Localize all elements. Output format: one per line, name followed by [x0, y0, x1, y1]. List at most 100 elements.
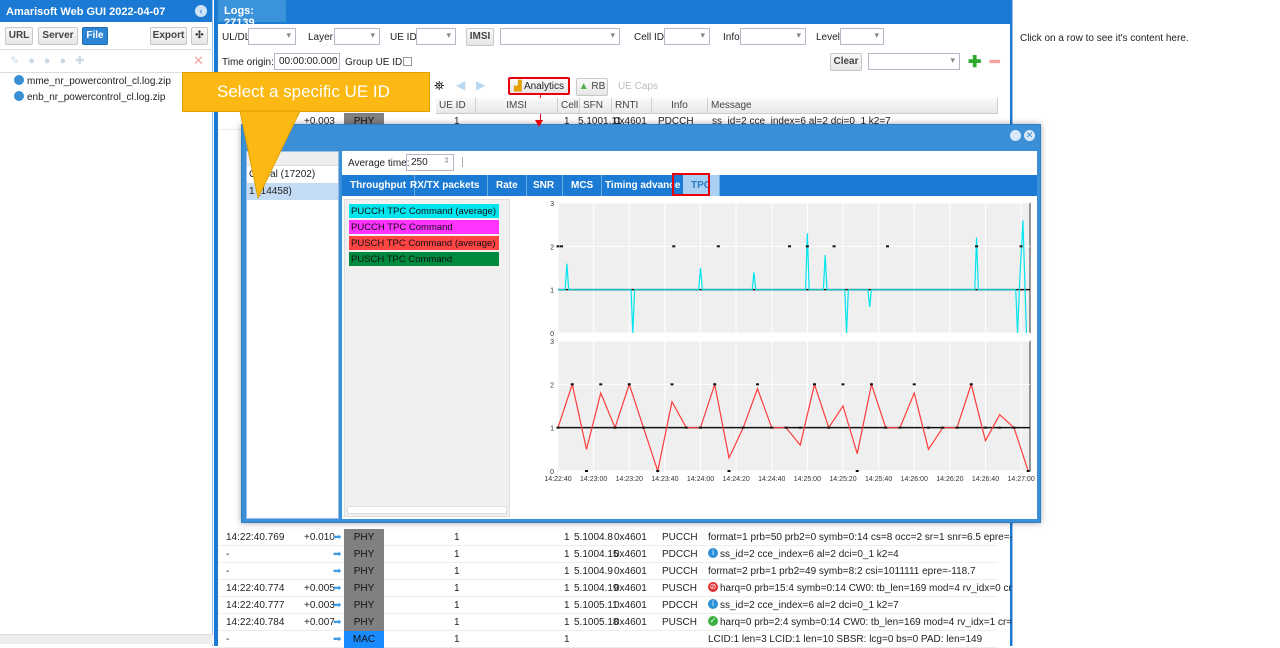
tab-snr[interactable]: SNR — [525, 175, 564, 196]
tab-logs[interactable]: Logs: 27139 — [218, 0, 286, 29]
data-point — [670, 383, 674, 386]
data-point — [556, 245, 560, 248]
column-info[interactable]: Info — [652, 98, 708, 114]
collapse-icon[interactable]: ‹ — [195, 5, 207, 17]
message: harq=0 prb=15:4 symb=0:14 CW0: tb_len=16… — [720, 583, 1044, 594]
y-tick-label: 1 — [550, 288, 554, 295]
file-item[interactable]: enb_nr_powercontrol_cl.log.zip — [14, 91, 165, 103]
file-button[interactable]: File — [82, 27, 108, 45]
legend-item[interactable]: PUSCH TPC Command — [349, 252, 499, 266]
time-origin-input[interactable]: 00:00:00.000 — [274, 53, 340, 70]
x-tick-label: 14:23:20 — [616, 476, 643, 483]
close-icon[interactable]: ✕ — [1024, 130, 1035, 141]
server-icon — [14, 75, 24, 85]
info-select[interactable] — [740, 28, 806, 45]
tpc-tab-highlight — [672, 173, 710, 196]
uldl-select[interactable] — [248, 28, 296, 45]
layer-badge: PHY — [344, 614, 384, 631]
average-time-value: 250 — [411, 157, 428, 168]
x-tick-label: 14:24:00 — [687, 476, 714, 483]
ue-list: Global (17202) 1 (14458) — [246, 151, 339, 519]
prev-icon[interactable]: ◀ — [456, 78, 465, 92]
legend-item[interactable]: PUCCH TPC Command — [349, 220, 499, 234]
url-button[interactable]: URL — [5, 27, 33, 45]
layer-badge: PHY — [344, 580, 384, 597]
data-point — [613, 426, 617, 429]
data-point — [983, 426, 987, 429]
table-row[interactable]: 14:22:40.784 +0.007 ➡ PHY 1 1 5.1005.18 … — [218, 614, 1043, 631]
data-point — [599, 383, 603, 386]
message: LCID:1 len=3 LCID:1 len=10 SBSR: lcg=0 b… — [708, 634, 983, 645]
imsi-button[interactable]: IMSI — [466, 28, 494, 46]
delta: +0.005 — [304, 583, 335, 594]
data-point — [898, 426, 902, 429]
legend-item[interactable]: PUSCH TPC Command (average) — [349, 236, 499, 250]
layer-select[interactable] — [334, 28, 380, 45]
cellid-select[interactable] — [664, 28, 710, 45]
preset-select[interactable] — [868, 53, 960, 70]
clear-button[interactable]: Clear — [830, 53, 862, 71]
horizontal-scrollbar[interactable] — [0, 634, 213, 644]
legend-scrollbar[interactable] — [347, 506, 507, 514]
group-ue-checkbox[interactable] — [403, 57, 412, 66]
rb-label: RB — [591, 81, 606, 92]
average-time-stepper[interactable]: 250 ⇕ — [406, 154, 454, 171]
table-row[interactable]: 14:22:40.777 +0.003 ➡ PHY 1 1 5.1005.11 … — [218, 597, 998, 614]
data-point — [827, 426, 831, 429]
data-point — [656, 470, 660, 472]
next-icon[interactable]: ▶ — [476, 78, 485, 92]
column-ue-id[interactable]: UE ID — [436, 98, 476, 114]
export-button[interactable]: Export — [150, 27, 187, 45]
column-rnti[interactable]: RNTI — [612, 98, 652, 114]
average-time-label: Average time: — [348, 158, 410, 169]
tab-rate[interactable]: Rate — [488, 175, 527, 196]
remove-icon[interactable]: ━ — [990, 52, 1000, 72]
level-select[interactable] — [840, 28, 884, 45]
arrow-head-icon — [535, 120, 543, 127]
table-row[interactable]: 14:22:40.769 +0.010 ➡ PHY 1 1 5.1004.8 0… — [218, 529, 1038, 546]
data-point — [672, 245, 676, 248]
time: - — [226, 549, 230, 560]
data-point — [570, 383, 574, 386]
file-name: enb_nr_powercontrol_cl.log.zip — [27, 92, 166, 103]
tab-rx-tx-packets[interactable]: RX/TX packets — [402, 175, 489, 196]
table-row[interactable]: - ➡ PHY 1 1 5.1004.9 0x4601 PUCCH format… — [218, 563, 998, 580]
table-row[interactable]: - ➡ MAC 1 1 LCID:1 len=3 LCID:1 len=10 S… — [218, 631, 998, 648]
minimize-icon[interactable] — [1010, 130, 1021, 141]
sfn: 5.1005.18 — [574, 617, 619, 628]
data-point — [884, 426, 888, 429]
search-binoculars-icon[interactable]: ⛯ — [434, 78, 444, 94]
ueid-label: UE ID — [390, 32, 417, 43]
cell: 1 — [564, 566, 570, 577]
sfn: 5.1004.9 — [574, 566, 613, 577]
direction-arrow-icon: ➡ — [333, 566, 342, 577]
delta: +0.003 — [304, 600, 335, 611]
column-message[interactable]: Message — [708, 98, 998, 114]
rnti: 0x4601 — [614, 549, 647, 560]
data-point — [556, 426, 560, 429]
analytics-button[interactable]: ▟ Analytics — [508, 77, 570, 95]
data-point — [926, 426, 930, 429]
legend-item[interactable]: PUCCH TPC Command (average) — [349, 204, 499, 218]
column-imsi[interactable]: IMSI — [476, 98, 558, 114]
file-item[interactable]: mme_nr_powercontrol_cl.log.zip — [14, 75, 171, 87]
column-cell[interactable]: Cell — [558, 98, 580, 114]
level-label: Level — [816, 32, 840, 43]
server-button[interactable]: Server — [38, 27, 78, 45]
android-icon: ▲ — [578, 81, 589, 92]
legend-panel: PUCCH TPC Command (average) PUCCH TPC Com… — [344, 199, 510, 517]
add-icon[interactable]: ✚ — [968, 52, 981, 72]
ue-caps-button[interactable]: UE Caps — [618, 81, 658, 92]
settings-icon[interactable]: ✣ — [191, 27, 208, 45]
ueid-select[interactable] — [416, 28, 456, 45]
rb-button[interactable]: ▲ RB — [576, 78, 608, 96]
imsi-select[interactable] — [500, 28, 620, 45]
column-sfn[interactable]: SFN — [580, 98, 612, 114]
table-row[interactable]: - ➡ PHY 1 1 5.1004.15 0x4601 PDCCH i ss_… — [218, 546, 998, 563]
table-row[interactable]: 14:22:40.774 +0.005 ➡ PHY 1 1 5.1004.19 … — [218, 580, 1043, 597]
sfn: 5.1004.8 — [574, 532, 613, 543]
info-icon: i — [708, 599, 718, 609]
data-point — [784, 426, 788, 429]
delete-icon[interactable]: ✕ — [193, 53, 204, 69]
divider — [0, 49, 213, 50]
